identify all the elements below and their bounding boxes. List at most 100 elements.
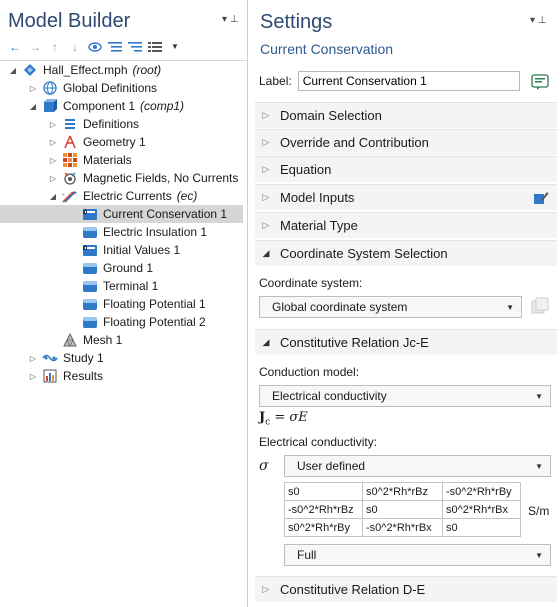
electrical-conductivity-label: Electrical conductivity: [259, 435, 378, 449]
matrix-type-select[interactable]: Full ▼ [284, 544, 551, 566]
matrix-cell[interactable]: s0^2*Rh*rBy [284, 518, 363, 537]
expand-arrow-icon[interactable]: ▷ [258, 164, 274, 175]
coordinate-system-select[interactable]: Global coordinate system ▼ [259, 296, 522, 318]
up-arrow-icon[interactable]: ↑ [48, 40, 62, 54]
matrix-cell[interactable]: -s0^2*Rh*rBy [442, 482, 521, 501]
tree-item-root[interactable]: ◢ Hall_Effect.mph (root) [0, 61, 243, 79]
tree-item-label: Current Conservation 1 [103, 207, 228, 221]
tree-item-label: Electric Insulation 1 [103, 225, 208, 239]
section-constitutive-d-e[interactable]: ▷ Constitutive Relation D-E [255, 576, 557, 602]
matrix-cell[interactable]: -s0^2*Rh*rBx [362, 518, 443, 537]
matrix-cell[interactable]: s0 [362, 500, 443, 519]
settings-subtitle: Current Conservation [260, 41, 394, 57]
expand-arrow-icon[interactable]: ▷ [28, 367, 38, 385]
results-icon [42, 368, 58, 384]
collapse-all-icon[interactable] [108, 40, 122, 54]
tree-item-magnetic-fields[interactable]: ▷ Magnetic Fields, No Currents [0, 169, 243, 187]
dropdown-icon[interactable]: ▼ [168, 40, 182, 54]
matrix-row: s0 s0^2*Rh*rBz -s0^2*Rh*rBy [284, 482, 521, 501]
collapse-arrow-icon[interactable]: ◢ [258, 337, 274, 348]
label-caption: Label: [259, 74, 292, 88]
conduction-model-select[interactable]: Electrical conductivity ▼ [259, 385, 551, 407]
section-override-contribution[interactable]: ▷ Override and Contribution [255, 129, 557, 155]
tree-item-electric-insulation-1[interactable]: Electric Insulation 1 [0, 223, 243, 241]
matrix-cell[interactable]: s0 [284, 482, 363, 501]
list-icon[interactable] [148, 40, 162, 54]
svg-text:-: - [62, 190, 65, 199]
expand-all-icon[interactable] [128, 40, 142, 54]
tree-item-global-definitions[interactable]: ▷ Global Definitions [0, 79, 243, 97]
tree-item-component-1[interactable]: ◢ Component 1 (comp1) [0, 97, 243, 115]
show-icon[interactable] [88, 40, 102, 54]
panel-pin-icons[interactable]: ▾ ⊥ [222, 14, 239, 25]
expand-arrow-icon[interactable]: ▷ [48, 133, 58, 151]
tree-item-initial-values-1[interactable]: D Initial Values 1 [0, 241, 243, 259]
component-icon [42, 98, 58, 114]
tree-item-materials[interactable]: ▷ Materials [0, 151, 243, 169]
matrix-cell[interactable]: s0^2*Rh*rBx [442, 500, 521, 519]
expand-arrow-icon[interactable]: ▷ [28, 79, 38, 97]
tree-item-floating-potential-1[interactable]: Floating Potential 1 [0, 295, 243, 313]
section-title: Material Type [280, 218, 358, 233]
globe-icon [42, 80, 58, 96]
collapse-arrow-icon[interactable]: ◢ [8, 61, 18, 79]
settings-pin-icons[interactable]: ▾ ⊥ [530, 15, 547, 26]
expand-arrow-icon[interactable]: ▷ [48, 151, 58, 169]
tree-item-definitions[interactable]: ▷ Definitions [0, 115, 243, 133]
tree-item-study-1[interactable]: ▷ Study 1 [0, 349, 243, 367]
boundary-feature-icon [82, 278, 98, 294]
matrix-cell[interactable]: s0 [442, 518, 521, 537]
chevron-down-icon: ▼ [506, 303, 514, 312]
matrix-row: s0^2*Rh*rBy -s0^2*Rh*rBx s0 [284, 518, 521, 537]
expand-arrow-icon[interactable]: ▷ [258, 110, 274, 121]
back-arrow-icon[interactable]: ← [8, 40, 22, 54]
edit-model-inputs-icon[interactable] [533, 190, 549, 206]
section-constitutive-jc-e[interactable]: ◢ Constitutive Relation Jc-E [255, 329, 557, 355]
tree-item-current-conservation-1[interactable]: D Current Conservation 1 [0, 205, 243, 223]
matrix-cell[interactable]: s0^2*Rh*rBz [362, 482, 443, 501]
tree-item-label: Initial Values 1 [103, 243, 181, 257]
tree-item-mesh-1[interactable]: Mesh 1 [0, 331, 243, 349]
study-icon [42, 350, 58, 366]
tree-item-results[interactable]: ▷ Results [0, 367, 243, 385]
section-domain-selection[interactable]: ▷ Domain Selection [255, 102, 557, 128]
domain-feature-icon: D [82, 242, 98, 258]
label-edit-icon[interactable] [531, 73, 549, 91]
model-builder-panel: Model Builder ▾ ⊥ ← → ↑ ↓ ▼ ◢ Hall_Effec… [0, 0, 248, 607]
tree-item-ground-1[interactable]: Ground 1 [0, 259, 243, 277]
expand-arrow-icon[interactable]: ▷ [258, 137, 274, 148]
tree-item-electric-currents[interactable]: ◢ + - Electric Currents (ec) [0, 187, 243, 205]
collapse-arrow-icon[interactable]: ◢ [48, 187, 58, 205]
combo-value: User defined [297, 459, 366, 473]
collapse-arrow-icon[interactable]: ◢ [28, 97, 38, 115]
chevron-down-icon: ▼ [535, 462, 543, 471]
section-equation[interactable]: ▷ Equation [255, 156, 557, 182]
tree-item-terminal-1[interactable]: Terminal 1 [0, 277, 243, 295]
matrix-cell[interactable]: -s0^2*Rh*rBz [284, 500, 363, 519]
materials-icon [62, 152, 78, 168]
label-input[interactable] [297, 71, 520, 91]
section-material-type[interactable]: ▷ Material Type [255, 212, 557, 238]
expand-arrow-icon[interactable]: ▷ [258, 192, 274, 203]
conduction-model-label: Conduction model: [259, 365, 360, 379]
coordinate-system-settings-icon[interactable] [530, 297, 550, 317]
section-model-inputs[interactable]: ▷ Model Inputs [255, 184, 557, 210]
tree-item-floating-potential-2[interactable]: Floating Potential 2 [0, 313, 243, 331]
svg-text:D: D [83, 210, 88, 216]
expand-arrow-icon[interactable]: ▷ [258, 220, 274, 231]
conductivity-source-select[interactable]: User defined ▼ [284, 455, 551, 477]
section-title: Equation [280, 162, 332, 177]
tree-item-label: Results [63, 369, 104, 383]
chevron-down-icon: ▼ [535, 392, 543, 401]
section-coordinate-system[interactable]: ◢ Coordinate System Selection [255, 240, 557, 266]
expand-arrow-icon[interactable]: ▷ [258, 584, 274, 595]
down-arrow-icon[interactable]: ↓ [68, 40, 82, 54]
expand-arrow-icon[interactable]: ▷ [48, 115, 58, 133]
expand-arrow-icon[interactable]: ▷ [28, 349, 38, 367]
tree-item-label: Hall_Effect.mph [43, 63, 128, 77]
expand-arrow-icon[interactable]: ▷ [48, 169, 58, 187]
forward-arrow-icon[interactable]: → [28, 40, 42, 54]
tree-item-geometry-1[interactable]: ▷ Geometry 1 [0, 133, 243, 151]
definitions-icon [62, 116, 78, 132]
collapse-arrow-icon[interactable]: ◢ [258, 248, 274, 259]
